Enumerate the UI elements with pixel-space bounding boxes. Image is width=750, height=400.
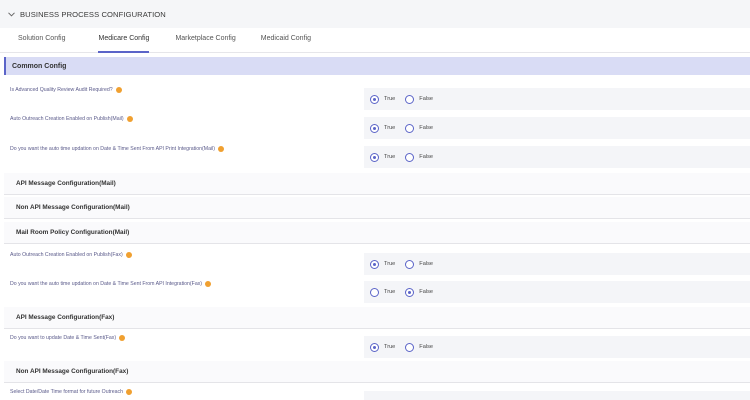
page-title: BUSINESS PROCESS CONFIGURATION xyxy=(20,9,166,19)
common-config-header: Common Config xyxy=(4,57,750,75)
info-icon[interactable] xyxy=(115,87,122,93)
radio-true[interactable]: True xyxy=(370,287,395,297)
business-process-config-header[interactable]: BUSINESS PROCESS CONFIGURATION xyxy=(0,0,750,28)
radio-button[interactable] xyxy=(370,259,379,269)
radio-button[interactable] xyxy=(405,152,415,162)
question-label: Do you want the auto time updation on Da… xyxy=(10,146,225,152)
info-icon[interactable] xyxy=(125,252,132,258)
radio-true[interactable]: True xyxy=(370,94,395,104)
radio-group xyxy=(364,391,750,400)
chevron-down-icon[interactable] xyxy=(7,10,16,19)
tab-solution-config[interactable]: Solution Config xyxy=(18,27,65,52)
section-title: Common Config xyxy=(12,62,67,70)
radio-group: True False xyxy=(364,146,750,168)
radio-button[interactable] xyxy=(405,123,415,133)
radio-group: True False xyxy=(364,253,750,275)
radio-false[interactable]: False xyxy=(405,123,433,133)
question-label: Select Date/Date Time format for future … xyxy=(10,389,133,395)
tab-medicare-config[interactable]: Medicare Config xyxy=(98,27,149,53)
radio-button[interactable] xyxy=(405,259,415,269)
radio-group: True False xyxy=(364,336,750,358)
radio-true[interactable]: True xyxy=(370,259,395,269)
radio-button[interactable] xyxy=(370,94,379,104)
tab-marketplace-config[interactable]: Marketplace Config xyxy=(175,27,235,52)
radio-group: True False xyxy=(364,117,750,139)
group-header-mail-room-policy[interactable]: Mail Room Policy Configuration(Mail) xyxy=(4,222,750,244)
radio-false[interactable]: False xyxy=(405,287,433,297)
info-icon[interactable] xyxy=(119,335,126,341)
question-label: Is Advanced Quality Review Audit Require… xyxy=(10,87,122,93)
info-icon[interactable] xyxy=(205,281,212,287)
radio-button[interactable] xyxy=(370,123,379,133)
radio-true[interactable]: True xyxy=(370,152,395,162)
radio-group: True False xyxy=(364,88,750,110)
radio-group: True False xyxy=(364,281,750,303)
info-icon[interactable] xyxy=(126,116,133,122)
radio-button[interactable] xyxy=(405,342,415,352)
radio-button[interactable] xyxy=(405,94,415,104)
radio-false[interactable]: False xyxy=(405,152,433,162)
question-label: Auto Outreach Creation Enabled on Publis… xyxy=(10,252,132,258)
radio-true[interactable]: True xyxy=(370,342,395,352)
question-label: Auto Outreach Creation Enabled on Publis… xyxy=(10,116,133,122)
group-header-api-fax[interactable]: API Message Configuration(Fax) xyxy=(4,307,750,329)
radio-button[interactable] xyxy=(405,287,415,297)
config-tabs: Solution Config Medicare Config Marketpl… xyxy=(0,28,750,53)
radio-true[interactable]: True xyxy=(370,123,395,133)
group-header-non-api-mail[interactable]: Non API Message Configuration(Mail) xyxy=(4,197,750,219)
info-icon[interactable] xyxy=(126,389,133,395)
question-label: Do you want to update Date & Time Sent(F… xyxy=(10,335,126,341)
radio-button[interactable] xyxy=(370,287,379,297)
radio-button[interactable] xyxy=(370,342,379,352)
radio-button[interactable] xyxy=(370,152,379,162)
group-header-api-mail[interactable]: API Message Configuration(Mail) xyxy=(4,173,750,195)
group-header-non-api-fax[interactable]: Non API Message Configuration(Fax) xyxy=(4,361,750,383)
tab-medicaid-config[interactable]: Medicaid Config xyxy=(261,27,311,52)
radio-false[interactable]: False xyxy=(405,259,433,269)
question-label: Do you want the auto time updation on Da… xyxy=(10,281,212,287)
radio-false[interactable]: False xyxy=(405,94,433,104)
radio-false[interactable]: False xyxy=(405,342,433,352)
info-icon[interactable] xyxy=(218,146,225,152)
